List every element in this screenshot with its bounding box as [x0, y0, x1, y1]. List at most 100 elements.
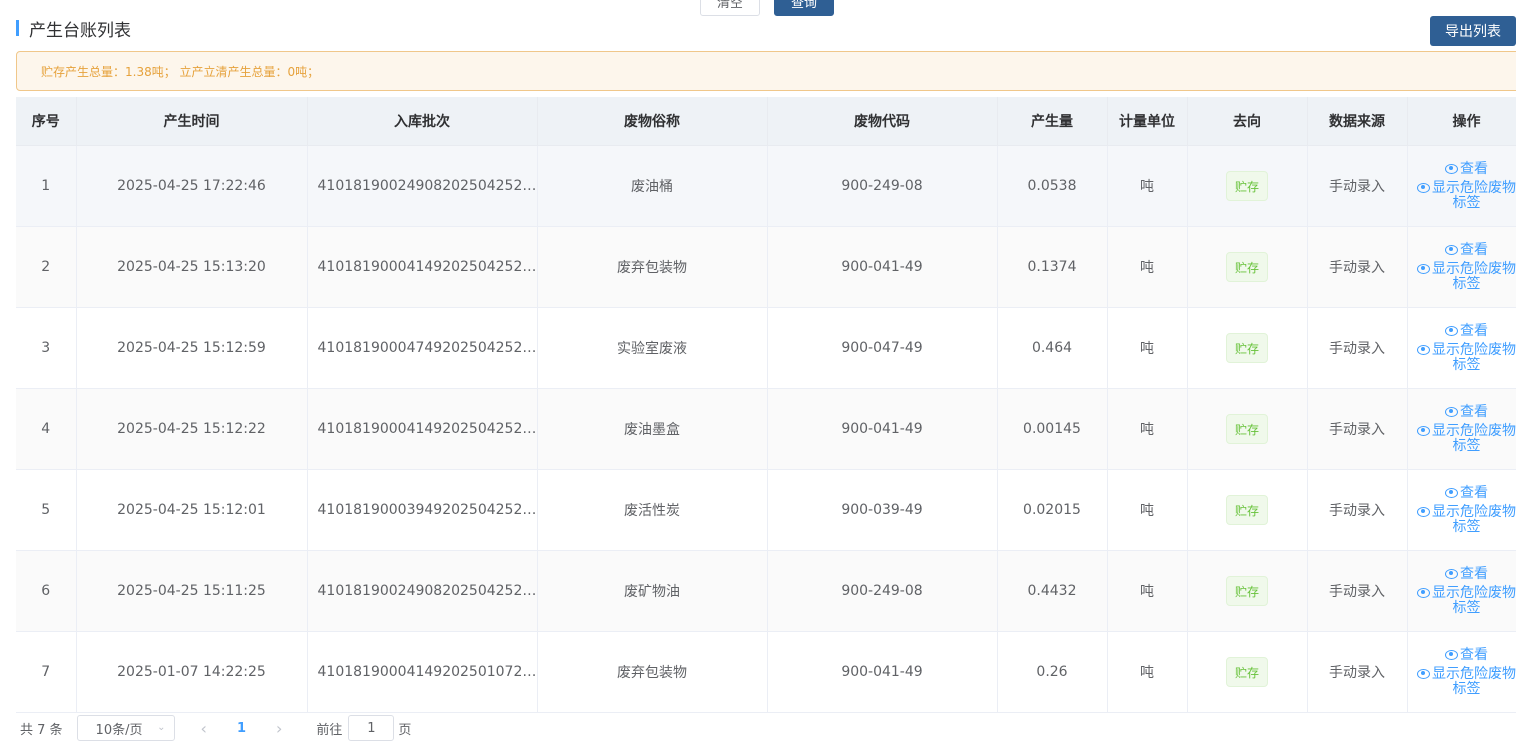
cell-name: 废活性炭: [537, 470, 767, 551]
cell-source: 手动录入: [1307, 227, 1407, 308]
view-link-label: 查看: [1460, 647, 1488, 663]
show-label-link-label: 显示危险废物标签: [1432, 261, 1516, 292]
show-label-link-label: 显示危险废物标签: [1432, 666, 1516, 697]
table-header-row: 序号 产生时间 入库批次 废物俗称 废物代码 产生量 计量单位 去向 数据来源 …: [16, 97, 1516, 146]
show-label-link-label: 显示危险废物标签: [1432, 423, 1516, 454]
cell-time: 2025-04-25 15:13:20: [76, 227, 307, 308]
cell-unit: 吨: [1107, 470, 1187, 551]
view-link[interactable]: 查看: [1408, 243, 1516, 258]
show-label-link[interactable]: 显示危险废物标签: [1408, 424, 1516, 454]
cell-no: 3: [16, 308, 76, 389]
cell-source: 手动录入: [1307, 308, 1407, 389]
cell-no: 2: [16, 227, 76, 308]
reset-button[interactable]: 清空: [700, 0, 760, 16]
export-list-button[interactable]: 导出列表: [1430, 16, 1516, 46]
table-row: 52025-04-25 15:12:0141018190003949202504…: [16, 470, 1516, 551]
cell-batch: 41018190003949202504252R00005: [307, 470, 537, 551]
cell-source: 手动录入: [1307, 632, 1407, 713]
section-header: 产生台账列表: [16, 18, 131, 38]
cell-amount: 0.4432: [997, 551, 1107, 632]
cell-source: 手动录入: [1307, 146, 1407, 227]
page-number-current[interactable]: 1: [237, 721, 246, 736]
cell-no: 5: [16, 470, 76, 551]
header-amount: 产生量: [997, 97, 1107, 146]
ledger-table: 序号 产生时间 入库批次 废物俗称 废物代码 产生量 计量单位 去向 数据来源 …: [16, 97, 1516, 713]
chevron-left-icon[interactable]: ‹: [201, 719, 207, 738]
cell-ops: 查看显示危险废物标签: [1407, 551, 1516, 632]
cell-dest: 贮存: [1187, 632, 1307, 713]
cell-code: 900-039-49: [767, 470, 997, 551]
show-label-link[interactable]: 显示危险废物标签: [1408, 505, 1516, 535]
header-ops: 操作: [1407, 97, 1516, 146]
header-source: 数据来源: [1307, 97, 1407, 146]
chevron-right-icon[interactable]: ›: [276, 719, 282, 738]
pagination-total: 共 7 条: [20, 719, 63, 738]
cell-name: 废油墨盒: [537, 389, 767, 470]
goto-page-input[interactable]: 1: [348, 715, 394, 741]
eye-icon: [1417, 669, 1430, 679]
cell-name: 废矿物油: [537, 551, 767, 632]
cell-ops: 查看显示危险废物标签: [1407, 308, 1516, 389]
cell-unit: 吨: [1107, 227, 1187, 308]
cell-time: 2025-04-25 15:11:25: [76, 551, 307, 632]
show-label-link-label: 显示危险废物标签: [1432, 180, 1516, 211]
cell-amount: 0.464: [997, 308, 1107, 389]
show-label-link[interactable]: 显示危险废物标签: [1408, 181, 1516, 211]
page-title: 产生台账列表: [29, 16, 131, 41]
cell-time: 2025-04-25 15:12:01: [76, 470, 307, 551]
goto-page-value: 1: [367, 721, 375, 736]
eye-icon: [1445, 569, 1458, 579]
show-label-link[interactable]: 显示危险废物标签: [1408, 262, 1516, 292]
header-time: 产生时间: [76, 97, 307, 146]
table-row: 72025-01-07 14:22:2541018190004149202501…: [16, 632, 1516, 713]
cell-code: 900-041-49: [767, 632, 997, 713]
page-size-select[interactable]: 10条/页 ⌄: [77, 715, 175, 741]
table-row: 62025-04-25 15:11:2541018190024908202504…: [16, 551, 1516, 632]
eye-icon: [1445, 488, 1458, 498]
cell-dest: 贮存: [1187, 308, 1307, 389]
show-label-link[interactable]: 显示危险废物标签: [1408, 586, 1516, 616]
cell-batch: 41018190004749202504252R00007: [307, 308, 537, 389]
view-link-label: 查看: [1460, 323, 1488, 339]
show-label-link-label: 显示危险废物标签: [1432, 504, 1516, 535]
eye-icon: [1417, 345, 1430, 355]
cell-batch: 41018190004149202501072R00003: [307, 632, 537, 713]
cell-ops: 查看显示危险废物标签: [1407, 227, 1516, 308]
cell-dest: 贮存: [1187, 227, 1307, 308]
eye-icon: [1445, 245, 1458, 255]
cell-amount: 0.0538: [997, 146, 1107, 227]
status-badge: 贮存: [1226, 333, 1268, 363]
cell-unit: 吨: [1107, 389, 1187, 470]
cell-batch: 41018190004149202504252R00006: [307, 389, 537, 470]
view-link[interactable]: 查看: [1408, 567, 1516, 582]
cell-amount: 0.02015: [997, 470, 1107, 551]
cell-ops: 查看显示危险废物标签: [1407, 146, 1516, 227]
status-badge: 贮存: [1226, 252, 1268, 282]
cell-batch: 41018190024908202504252R00009: [307, 146, 537, 227]
cell-dest: 贮存: [1187, 389, 1307, 470]
header-dest: 去向: [1187, 97, 1307, 146]
goto-suffix: 页: [398, 719, 411, 738]
view-link[interactable]: 查看: [1408, 648, 1516, 663]
view-link[interactable]: 查看: [1408, 162, 1516, 177]
view-link[interactable]: 查看: [1408, 324, 1516, 339]
cell-ops: 查看显示危险废物标签: [1407, 470, 1516, 551]
show-label-link[interactable]: 显示危险废物标签: [1408, 343, 1516, 373]
view-link[interactable]: 查看: [1408, 405, 1516, 420]
status-badge: 贮存: [1226, 171, 1268, 201]
view-link-label: 查看: [1460, 566, 1488, 582]
goto-label: 前往: [316, 719, 342, 738]
status-badge: 贮存: [1226, 495, 1268, 525]
view-link-label: 查看: [1460, 404, 1488, 420]
cell-dest: 贮存: [1187, 551, 1307, 632]
cell-ops: 查看显示危险废物标签: [1407, 389, 1516, 470]
summary-alert: 贮存产生总量：1.38吨； 立产立清产生总量：0吨；: [16, 51, 1516, 91]
view-link-label: 查看: [1460, 485, 1488, 501]
show-label-link[interactable]: 显示危险废物标签: [1408, 667, 1516, 697]
view-link[interactable]: 查看: [1408, 486, 1516, 501]
header-name: 废物俗称: [537, 97, 767, 146]
cell-name: 废弃包装物: [537, 632, 767, 713]
query-button[interactable]: 查询: [774, 0, 834, 16]
cell-time: 2025-01-07 14:22:25: [76, 632, 307, 713]
summary-text: 贮存产生总量：1.38吨； 立产立清产生总量：0吨；: [41, 63, 319, 80]
